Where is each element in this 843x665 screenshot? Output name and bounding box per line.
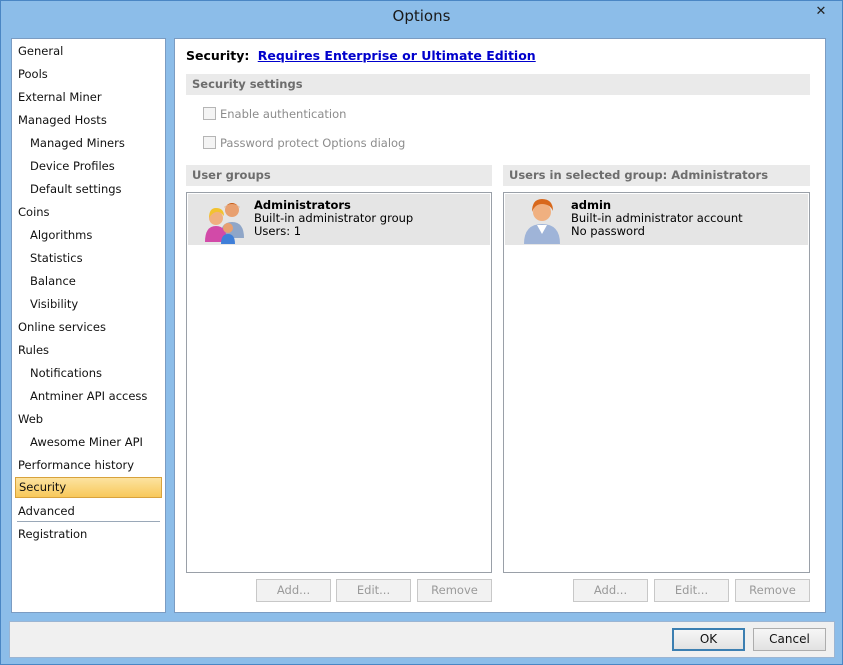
enable-authentication-checkbox[interactable] xyxy=(203,107,216,120)
nav-item-coins[interactable]: Coins xyxy=(15,202,162,223)
user-groups-header: User groups xyxy=(186,165,492,186)
options-window: Options ✕ General Pools External Miner M… xyxy=(0,0,843,665)
enable-authentication-option[interactable]: Enable authentication xyxy=(203,106,346,122)
nav-item-general[interactable]: General xyxy=(15,41,162,62)
nav-divider xyxy=(17,521,160,522)
nav-item-managed-hosts[interactable]: Managed Hosts xyxy=(15,110,162,131)
nav-item-performance-history[interactable]: Performance history xyxy=(15,455,162,476)
remove-group-button[interactable]: Remove xyxy=(417,579,492,602)
options-nav-list: General Pools External Miner Managed Hos… xyxy=(11,38,166,613)
nav-item-pools[interactable]: Pools xyxy=(15,64,162,85)
security-panel: Security: Requires Enterprise or Ultimat… xyxy=(174,38,826,613)
nav-item-balance[interactable]: Balance xyxy=(15,271,162,292)
edit-user-button[interactable]: Edit... xyxy=(654,579,729,602)
edition-requirement-link[interactable]: Requires Enterprise or Ultimate Edition xyxy=(258,48,536,63)
nav-item-device-profiles[interactable]: Device Profiles xyxy=(15,156,162,177)
nav-item-security[interactable]: Security xyxy=(15,477,162,498)
cancel-button[interactable]: Cancel xyxy=(753,628,826,651)
nav-item-registration[interactable]: Registration xyxy=(15,524,162,545)
security-settings-header: Security settings xyxy=(186,74,810,95)
nav-item-statistics[interactable]: Statistics xyxy=(15,248,162,269)
users-list[interactable]: admin Built-in administrator account No … xyxy=(503,192,810,573)
remove-user-button[interactable]: Remove xyxy=(735,579,810,602)
nav-item-external-miner[interactable]: External Miner xyxy=(15,87,162,108)
group-row-text: Administrators Built-in administrator gr… xyxy=(254,199,413,238)
user-icon xyxy=(524,199,560,244)
section-heading-label: Security: xyxy=(186,48,250,63)
nav-item-antminer-api-access[interactable]: Antminer API access xyxy=(15,386,162,407)
nav-item-visibility[interactable]: Visibility xyxy=(15,294,162,315)
dialog-footer: OK Cancel xyxy=(9,621,835,658)
password-protect-option[interactable]: Password protect Options dialog xyxy=(203,135,405,151)
nav-item-managed-miners[interactable]: Managed Miners xyxy=(15,133,162,154)
user-row-text: admin Built-in administrator account No … xyxy=(571,199,743,238)
nav-item-notifications[interactable]: Notifications xyxy=(15,363,162,384)
enable-authentication-label: Enable authentication xyxy=(220,107,347,121)
user-password-status: No password xyxy=(571,224,645,238)
user-groups-list[interactable]: Administrators Built-in administrator gr… xyxy=(186,192,492,573)
group-user-count: Users: 1 xyxy=(254,224,302,238)
list-item[interactable]: Administrators Built-in administrator gr… xyxy=(188,194,490,245)
password-protect-label: Password protect Options dialog xyxy=(220,136,406,150)
edit-group-button[interactable]: Edit... xyxy=(336,579,411,602)
list-item[interactable]: admin Built-in administrator account No … xyxy=(505,194,808,245)
nav-item-online-services[interactable]: Online services xyxy=(15,317,162,338)
user-group-icon xyxy=(205,203,244,244)
users-in-group-header: Users in selected group: Administrators xyxy=(503,165,810,186)
nav-item-algorithms[interactable]: Algorithms xyxy=(15,225,162,246)
close-icon[interactable]: ✕ xyxy=(808,2,834,22)
password-protect-checkbox[interactable] xyxy=(203,136,216,149)
nav-item-web[interactable]: Web xyxy=(15,409,162,430)
section-heading: Security: Requires Enterprise or Ultimat… xyxy=(186,48,536,63)
window-title: Options xyxy=(392,7,451,25)
nav-item-default-settings[interactable]: Default settings xyxy=(15,179,162,200)
ok-button[interactable]: OK xyxy=(672,628,745,651)
nav-item-awesome-miner-api[interactable]: Awesome Miner API xyxy=(15,432,162,453)
add-user-button[interactable]: Add... xyxy=(573,579,648,602)
nav-item-advanced[interactable]: Advanced xyxy=(15,501,162,522)
nav-item-rules[interactable]: Rules xyxy=(15,340,162,361)
add-group-button[interactable]: Add... xyxy=(256,579,331,602)
